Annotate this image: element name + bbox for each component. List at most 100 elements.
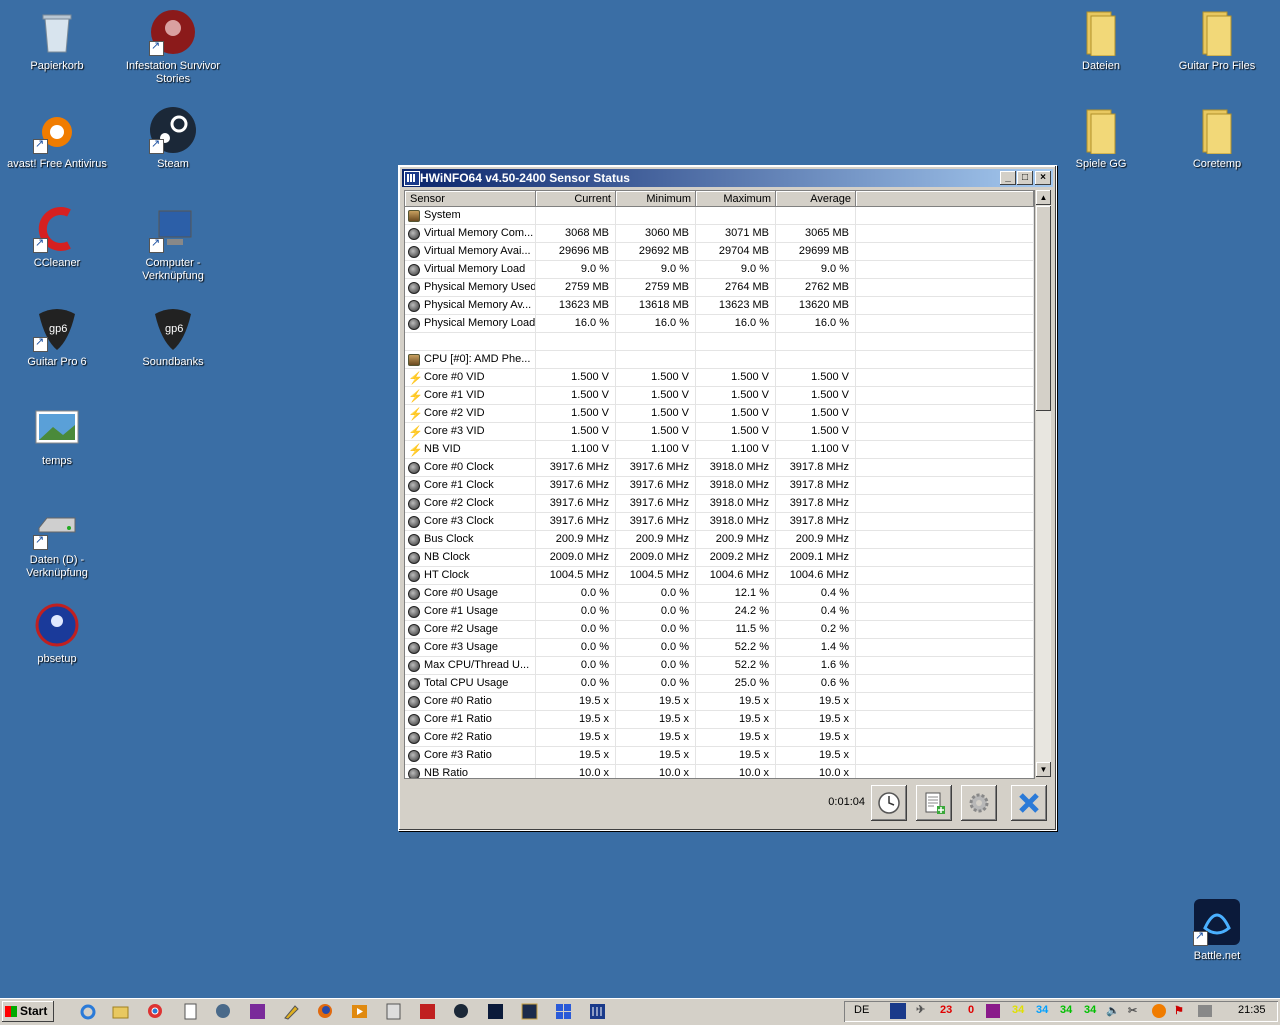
table-row[interactable] [405,333,1034,351]
table-row[interactable]: ⚡ Core #0 VID 1.500 V 1.500 V 1.500 V 1.500 V [405,369,1034,387]
column-header-current[interactable]: Current [536,191,616,207]
vertical-scrollbar[interactable]: ▲ ▼ [1036,190,1051,777]
tray-temp-value[interactable]: 23 [940,1004,952,1016]
tray-misc-icon[interactable]: ✂ [1128,1004,1137,1017]
pencil-icon[interactable] [283,1003,300,1020]
desktop-icon-dateien[interactable]: Dateien [1046,8,1156,73]
desktop-icon-ccleaner[interactable]: CCleaner [2,205,112,270]
table-row[interactable]: Core #1 Clock 3917.6 MHz 3917.6 MHz 3918.0 … [405,477,1034,495]
table-row[interactable]: Core #2 Usage 0.0 % 0.0 % 11.5 % 0.2 % [405,621,1034,639]
close-window-button[interactable]: × [1035,171,1051,185]
table-row[interactable]: Core #3 Clock 3917.6 MHz 3917.6 MHz 3918.0 … [405,513,1034,531]
table-row[interactable]: ⚡ NB VID 1.100 V 1.100 V 1.100 V 1.100 V [405,441,1034,459]
display-tray-icon[interactable] [1198,1005,1212,1017]
table-row[interactable]: Virtual Memory Load 9.0 % 9.0 % 9.0 % 9.0 % [405,261,1034,279]
table-row[interactable]: Core #1 Usage 0.0 % 0.0 % 24.2 % 0.4 % [405,603,1034,621]
firefox-icon[interactable] [317,1003,334,1020]
table-row[interactable]: Virtual Memory Com... 3068 MB 3060 MB 3071 … [405,225,1034,243]
table-row[interactable]: Core #2 Ratio 19.5 x 19.5 x 19.5 x 19.5 x [405,729,1034,747]
desktop-icon-soundbanks[interactable]: gp6 Soundbanks [118,304,228,369]
desktop-icon-guitar-pro-6[interactable]: gp6 Guitar Pro 6 [2,304,112,369]
table-row[interactable]: HT Clock 1004.5 MHz 1004.5 MHz 1004.6 MHz 10… [405,567,1034,585]
column-header-average[interactable]: Average [776,191,856,207]
league-icon[interactable] [521,1003,538,1020]
table-row[interactable]: Core #0 Usage 0.0 % 0.0 % 12.1 % 0.4 % [405,585,1034,603]
start-button[interactable]: Start [2,1001,54,1022]
column-header-maximum[interactable]: Maximum [696,191,776,207]
desktop-icon-avast[interactable]: avast! Free Antivirus [2,106,112,171]
clock[interactable]: 21:35 [1238,1004,1266,1016]
internet-explorer-icon[interactable] [80,1003,97,1020]
minimize-button[interactable]: _ [1000,171,1016,185]
table-row[interactable]: System [405,207,1034,225]
settings-button[interactable] [961,785,997,821]
reset-timer-button[interactable] [871,785,907,821]
teamspeak-icon[interactable] [215,1003,232,1020]
close-sensors-button[interactable] [1011,785,1047,821]
desktop-icon-coretemp[interactable]: Coretemp [1162,106,1272,171]
table-row[interactable]: Bus Clock 200.9 MHz 200.9 MHz 200.9 MHz 200.… [405,531,1034,549]
explorer-folder-icon[interactable] [112,1003,129,1020]
logging-button[interactable] [916,785,952,821]
desktop-icon-spiele-gg[interactable]: Spiele GG [1046,106,1156,171]
table-row[interactable]: Core #3 Usage 0.0 % 0.0 % 52.2 % 1.4 % [405,639,1034,657]
tray-temp-value[interactable]: 34 [1036,1004,1048,1016]
table-row[interactable]: CPU [#0]: AMD Phe... [405,351,1034,369]
flag-tray-icon[interactable]: ⚑ [1174,1004,1184,1017]
battlenet-taskbar-icon[interactable] [487,1003,504,1020]
notepad-icon[interactable] [182,1003,199,1020]
current-value-cell: 3068 MB [536,225,616,242]
desktop-icon-recycle-bin[interactable]: Papierkorb [2,8,112,73]
tray-temp-value[interactable]: 0 [968,1004,974,1016]
calculator-icon[interactable] [385,1003,402,1020]
tray-app-icon[interactable] [986,1004,1000,1018]
tray-temp-value[interactable]: 34 [1012,1004,1024,1016]
sensor-name: Core #3 Clock [424,515,494,527]
desktop-icon-infestation[interactable]: Infestation Survivor Stories [118,8,228,86]
column-header-sensor[interactable]: Sensor [405,191,536,207]
table-row[interactable]: Core #2 Clock 3917.6 MHz 3917.6 MHz 3918.0 … [405,495,1034,513]
column-header-minimum[interactable]: Minimum [616,191,696,207]
app-purple-icon[interactable] [249,1003,266,1020]
table-row[interactable]: Core #1 Ratio 19.5 x 19.5 x 19.5 x 19.5 x [405,711,1034,729]
desktop-icon-computer[interactable]: Computer - Verknüpfung [118,205,228,283]
desktop-icon-guitar-pro-files[interactable]: Guitar Pro Files [1162,8,1272,73]
table-row[interactable]: ⚡ Core #3 VID 1.500 V 1.500 V 1.500 V 1.500 V [405,423,1034,441]
tray-temp-value[interactable]: 34 [1060,1004,1072,1016]
language-indicator[interactable]: DE [854,1004,869,1016]
table-row[interactable]: NB Clock 2009.0 MHz 2009.0 MHz 2009.2 MHz 20… [405,549,1034,567]
table-row[interactable]: Physical Memory Used 2759 MB 2759 MB 2764 M… [405,279,1034,297]
table-row[interactable]: Core #3 Ratio 19.5 x 19.5 x 19.5 x 19.5 x [405,747,1034,765]
table-row[interactable]: Physical Memory Av... 13623 MB 13618 MB 136… [405,297,1034,315]
table-row[interactable]: Core #0 Clock 3917.6 MHz 3917.6 MHz 3918.0 … [405,459,1034,477]
desktop-icon-battlenet[interactable]: Battle.net [1162,898,1272,963]
chrome-icon[interactable] [147,1003,164,1020]
avast-tray-icon[interactable] [1152,1004,1166,1018]
desktop-icon-pbsetup[interactable]: pbsetup [2,601,112,666]
scrollbar-thumb[interactable] [1036,206,1051,411]
media-player-icon[interactable] [351,1003,368,1020]
table-row[interactable]: ⚡ Core #1 VID 1.500 V 1.500 V 1.500 V 1.500 V [405,387,1034,405]
scroll-down-arrow-icon[interactable]: ▼ [1036,762,1051,777]
table-row[interactable]: Total CPU Usage 0.0 % 0.0 % 25.0 % 0.6 % [405,675,1034,693]
windows-app-icon[interactable] [555,1003,572,1020]
steam-taskbar-icon[interactable] [453,1003,470,1020]
table-row[interactable]: Physical Memory Load 16.0 % 16.0 % 16.0 % 16… [405,315,1034,333]
hwinfo-tray-icon[interactable] [890,1003,906,1019]
table-row[interactable]: Virtual Memory Avai... 29696 MB 29692 MB 29… [405,243,1034,261]
maximize-button[interactable]: □ [1017,171,1033,185]
app-red-icon[interactable] [419,1003,436,1020]
window-titlebar[interactable]: HWiNFO64 v4.50-2400 Sensor Status _ □ × [402,169,1053,187]
tray-temp-value[interactable]: 34 [1084,1004,1096,1016]
hwinfo-taskbar-icon[interactable] [589,1003,606,1020]
table-row[interactable]: ⚡ Core #2 VID 1.500 V 1.500 V 1.500 V 1.500 V [405,405,1034,423]
desktop-icon-steam[interactable]: Steam [118,106,228,171]
network-tray-icon[interactable]: ✈ [916,1003,932,1019]
table-row[interactable]: Core #0 Ratio 19.5 x 19.5 x 19.5 x 19.5 x [405,693,1034,711]
table-row[interactable]: Max CPU/Thread U... 0.0 % 0.0 % 52.2 % 1.6 % [405,657,1034,675]
scroll-up-arrow-icon[interactable]: ▲ [1036,190,1051,205]
volume-icon[interactable]: 🔈 [1106,1004,1120,1017]
table-row[interactable]: NB Ratio 10.0 x 10.0 x 10.0 x 10.0 x [405,765,1034,778]
desktop-icon-daten-d[interactable]: Daten (D) - Verknüpfung [2,502,112,580]
desktop-icon-temps[interactable]: temps [2,403,112,468]
